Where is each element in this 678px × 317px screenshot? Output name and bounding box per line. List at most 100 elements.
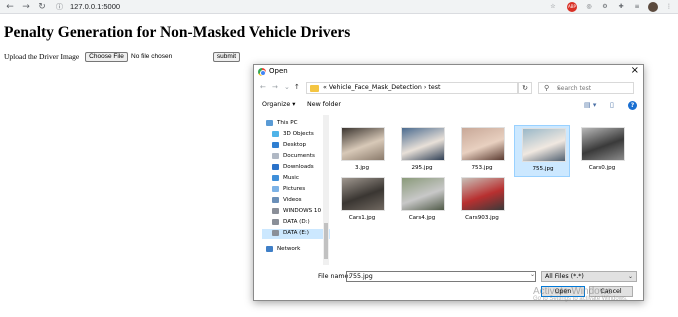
image-thumbnail — [461, 177, 505, 211]
folder-icon — [272, 197, 279, 203]
folder-icon — [266, 120, 273, 126]
dialog-titlebar[interactable]: Open × — [254, 65, 643, 79]
folder-icon — [272, 164, 279, 170]
refresh-button[interactable]: ↻ — [518, 82, 532, 94]
nav-item[interactable]: Pictures — [262, 185, 330, 195]
address-bar[interactable]: ⓘ 127.0.0.1:5000 — [52, 1, 540, 13]
nav-item[interactable]: This PC — [262, 119, 330, 129]
nav-item-label: This PC — [277, 120, 298, 126]
dialog-toolbar: Organize ▾ New folder ▤ ▾ ▯ ? — [254, 99, 643, 112]
nav-item-label: 3D Objects — [283, 131, 314, 137]
folder-icon — [272, 142, 279, 148]
image-thumbnail — [461, 127, 505, 161]
folder-icon — [310, 85, 319, 92]
reload-icon[interactable]: ↻ — [36, 1, 48, 13]
nav-item-label: DATA (D:) — [283, 219, 310, 225]
more-menu-icon[interactable]: ⋮ — [664, 2, 674, 12]
avatar[interactable] — [648, 2, 658, 12]
back-icon[interactable]: ← — [4, 1, 16, 13]
folder-icon — [272, 153, 279, 159]
choose-file-button[interactable]: Choose File — [85, 52, 128, 62]
info-icon[interactable]: ⓘ — [56, 2, 63, 12]
forward-icon[interactable]: → — [272, 83, 278, 91]
recent-dropdown-icon[interactable]: ⌄ — [284, 83, 290, 91]
back-icon[interactable]: ← — [260, 83, 266, 91]
forward-icon[interactable]: → — [20, 1, 32, 13]
file-item[interactable]: Cars0.jpg — [574, 125, 630, 177]
dialog-title: Open — [269, 67, 288, 75]
nav-item[interactable]: WINDOWS 10 (C — [262, 207, 330, 217]
nav-item-label: Documents — [283, 153, 315, 159]
file-type-value: All Files (*.*) — [545, 273, 584, 280]
no-file-text: No file chosen — [131, 53, 173, 60]
nav-item-label: Videos — [283, 197, 302, 203]
organize-menu[interactable]: Organize ▾ — [262, 101, 295, 108]
nav-item[interactable]: Videos — [262, 196, 330, 206]
bookmark-star-icon[interactable]: ☆ — [548, 2, 558, 12]
puzzle-icon[interactable]: ✚ — [616, 2, 626, 12]
nav-item[interactable]: Network — [262, 245, 330, 255]
view-options-icon[interactable]: ▤ ▾ — [584, 101, 596, 109]
submit-button[interactable]: submit — [213, 52, 240, 62]
file-item[interactable]: Cars1.jpg — [334, 175, 390, 227]
image-thumbnail — [522, 128, 566, 162]
file-item[interactable]: Cars4.jpg — [394, 175, 450, 227]
media-icon[interactable]: ≡ — [632, 2, 642, 12]
settings-extension-icon[interactable]: ⚙ — [600, 2, 610, 12]
file-list: 3.jpg 295.jpg 753.jpg 755.jpg Cars0.jpg Cars1… — [334, 115, 634, 265]
new-folder-button[interactable]: New folder — [307, 101, 341, 108]
folder-icon — [272, 230, 279, 236]
path-breadcrumb[interactable]: « Vehicle_Face_Mask_Detection › test ⌄ — [306, 82, 561, 94]
nav-item-label: Music — [283, 175, 299, 181]
nav-item[interactable]: Desktop — [262, 141, 330, 151]
breadcrumb-path: « Vehicle_Face_Mask_Detection › test — [323, 84, 441, 91]
search-input[interactable]: ⚲ Search test — [538, 82, 634, 94]
file-name-input[interactable]: 755.jpg — [346, 271, 536, 282]
chevron-down-icon: ⌄ — [627, 273, 633, 280]
preview-pane-icon[interactable]: ▯ — [610, 101, 614, 109]
folder-icon — [272, 175, 279, 181]
nav-item-label: Desktop — [283, 142, 307, 148]
file-name: 3.jpg — [355, 165, 369, 171]
file-item[interactable]: Cars903.jpg — [454, 175, 510, 227]
folder-icon — [272, 186, 279, 192]
nav-item[interactable]: Downloads — [262, 163, 330, 173]
file-item[interactable]: 295.jpg — [394, 125, 450, 177]
navigation-pane: This PC 3D Objects Desktop Documents Downloa… — [262, 115, 330, 265]
nav-item[interactable]: 3D Objects — [262, 130, 330, 140]
nav-item[interactable]: DATA (E:) — [262, 229, 330, 239]
scrollbar-thumb[interactable] — [324, 223, 328, 259]
folder-icon — [266, 246, 273, 252]
search-icon: ⚲ — [544, 84, 550, 92]
file-type-select[interactable]: All Files (*.*) ⌄ — [541, 271, 637, 282]
nav-item[interactable]: Documents — [262, 152, 330, 162]
file-name: Cars1.jpg — [348, 215, 376, 221]
nav-scrollbar[interactable] — [323, 115, 329, 265]
file-name: 295.jpg — [411, 165, 433, 171]
adblock-extension-icon[interactable]: ABP — [567, 2, 577, 12]
extension-icon[interactable]: ◎ — [584, 2, 594, 12]
nav-item-label: Downloads — [283, 164, 314, 170]
open-file-dialog: Open × ← → ⌄ ↑ « Vehicle_Face_Mask_Detec… — [253, 64, 644, 301]
nav-item-label: Pictures — [283, 186, 306, 192]
file-item[interactable]: 755.jpg — [514, 125, 570, 177]
file-item[interactable]: 3.jpg — [334, 125, 390, 177]
file-name: Cars0.jpg — [588, 165, 616, 171]
nav-item[interactable]: DATA (D:) — [262, 218, 330, 228]
nav-item-label: DATA (E:) — [283, 230, 309, 236]
image-thumbnail — [341, 177, 385, 211]
file-name: Cars4.jpg — [408, 215, 436, 221]
help-icon[interactable]: ? — [628, 101, 637, 110]
image-thumbnail — [401, 177, 445, 211]
nav-item[interactable]: Music — [262, 174, 330, 184]
folder-icon — [272, 131, 279, 137]
watermark-subtitle: Go to Settings to activate Windows. — [533, 296, 628, 302]
close-icon[interactable]: × — [631, 65, 639, 76]
page-title: Penalty Generation for Non-Masked Vehicl… — [4, 24, 351, 41]
file-item[interactable]: 753.jpg — [454, 125, 510, 177]
activation-watermark: Activate Windows Go to Settings to activ… — [533, 286, 628, 302]
up-arrow-icon[interactable]: ↑ — [294, 83, 300, 91]
image-thumbnail — [341, 127, 385, 161]
folder-icon — [272, 208, 279, 214]
chevron-down-icon[interactable]: ⌄ — [530, 271, 535, 278]
